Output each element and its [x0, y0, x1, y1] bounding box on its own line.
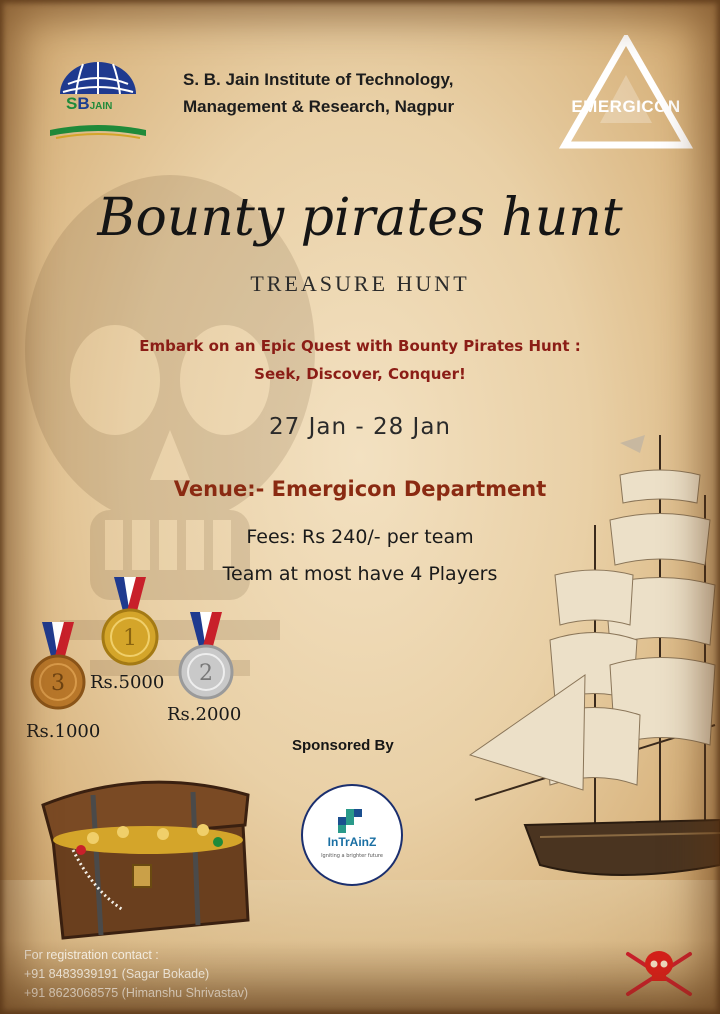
- institute-name: S. B. Jain Institute of Technology, Mana…: [183, 66, 553, 120]
- institute-line-1: S. B. Jain Institute of Technology,: [183, 70, 454, 89]
- poster: SBJAIN S. B. Jain Institute of Technolog…: [0, 0, 720, 1014]
- gold-medal-icon: 1: [100, 577, 160, 667]
- contact-heading: For registration contact :: [24, 948, 159, 962]
- event-dates: 27 Jan - 28 Jan: [269, 414, 451, 440]
- contact-line-2: +91 8623068575 (Himanshu Shrivastav): [24, 986, 249, 1000]
- tagline-line-2: Seek, Discover, Conquer!: [254, 365, 466, 383]
- sbjain-logo-text: SBJAIN: [66, 94, 113, 113]
- second-prize-amount: Rs.2000: [167, 704, 242, 725]
- third-prize-amount: Rs.1000: [26, 721, 101, 742]
- event-title: Bounty pirates hunt: [97, 188, 623, 248]
- contact-line-1: +91 8483939191 (Sagar Bokade): [24, 967, 210, 981]
- event-fees: Fees: Rs 240/- per team: [246, 526, 474, 548]
- silver-medal-rank: 2: [199, 661, 213, 686]
- sponsor-tagline: Igniting a brighter future: [321, 853, 383, 859]
- sponsor-name: InTrAinZ: [327, 835, 377, 849]
- bronze-medal-icon: 3: [28, 622, 88, 712]
- bronze-medal-rank: 3: [51, 671, 65, 696]
- event-subtitle: TREASURE HUNT: [250, 271, 470, 296]
- silver-medal-icon: 2: [176, 612, 236, 702]
- sponsored-by-label: Sponsored By: [292, 737, 394, 754]
- registration-contact: For registration contact : +91 848393919…: [24, 946, 248, 1003]
- treasure-chest-icon: [41, 780, 250, 940]
- emergicon-logo-text: EMERGICON: [571, 97, 681, 116]
- event-venue: Venue:- Emergicon Department: [173, 477, 547, 501]
- first-prize-amount: Rs.5000: [90, 672, 165, 693]
- institute-line-2: Management & Research, Nagpur: [183, 97, 455, 116]
- gold-medal-rank: 1: [123, 626, 137, 651]
- event-tagline: Embark on an Epic Quest with Bounty Pira…: [0, 332, 720, 388]
- emergicon-logo-icon: [558, 35, 694, 149]
- skull-crossed-swords-icon: [626, 951, 692, 996]
- tagline-line-1: Embark on an Epic Quest with Bounty Pira…: [139, 337, 581, 355]
